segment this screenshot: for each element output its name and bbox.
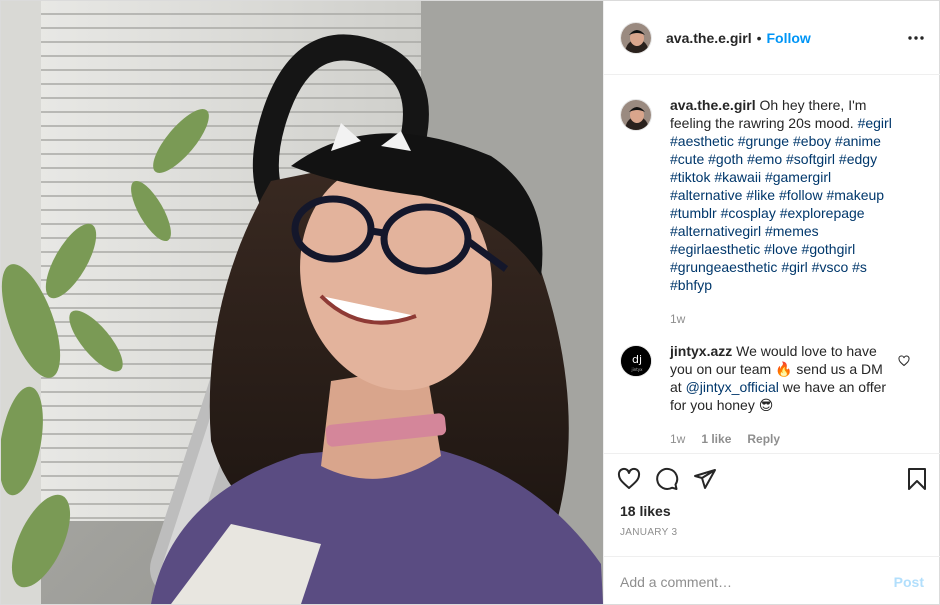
hashtag-link[interactable]: #goth [708, 151, 743, 167]
hashtag-link[interactable]: #cute [670, 151, 704, 167]
hashtag-link[interactable]: #grunge [738, 133, 789, 149]
hashtag-link[interactable]: #s [852, 259, 867, 275]
separator-dot: • [756, 29, 762, 46]
fire-emoji: 🔥 [775, 361, 793, 377]
action-icons [614, 464, 930, 494]
hashtag-link[interactable]: #alternative [670, 187, 742, 203]
hashtag-link[interactable]: #emo [747, 151, 782, 167]
caption-body: ava.the.e.girl Oh hey there, I'm feeling… [670, 96, 892, 328]
comment-time[interactable]: 1w [670, 430, 685, 448]
svg-text:dj: dj [632, 353, 642, 366]
hashtag-link[interactable]: #tiktok [670, 169, 710, 185]
likes-count[interactable]: 18 likes [620, 503, 671, 519]
share-icon[interactable] [690, 464, 720, 494]
comment-item: dj jintyx jintyx.azz We would love to ha… [620, 342, 924, 448]
more-options-icon[interactable] [904, 26, 928, 50]
hashtag-link[interactable]: #anime [835, 133, 881, 149]
hashtag-link[interactable]: #memes [765, 223, 819, 239]
hashtag-link[interactable]: #tumblr [670, 205, 717, 221]
hashtag-link[interactable]: #softgirl [786, 151, 835, 167]
hashtag-link[interactable]: #kawaii [714, 169, 761, 185]
mention-link[interactable]: @jintyx_official [686, 379, 779, 395]
heart-icon[interactable] [614, 464, 644, 494]
post-photo[interactable] [1, 1, 603, 604]
commenter-avatar[interactable]: dj jintyx [620, 345, 652, 377]
hashtag-link[interactable]: #makeup [826, 187, 884, 203]
hashtag-link[interactable]: #love [764, 241, 797, 257]
comment-meta: 1w 1 like Reply [670, 430, 892, 448]
author-username[interactable]: ava.the.e.girl [666, 30, 752, 46]
follow-button[interactable]: Follow [767, 30, 811, 46]
hashtag-link[interactable]: #egirl [858, 115, 892, 131]
post-button[interactable]: Post [894, 574, 924, 590]
hashtag-link[interactable]: #vsco [812, 259, 849, 275]
author-avatar[interactable] [620, 21, 652, 54]
hashtag-link[interactable]: #girl [781, 259, 807, 275]
hashtag-link[interactable]: #egirlaesthetic [670, 241, 760, 257]
hashtag-link[interactable]: #bhfyp [670, 277, 712, 293]
comment-input[interactable] [620, 573, 894, 590]
hashtag-link[interactable]: #gamergirl [765, 169, 831, 185]
caption-meta: 1w [670, 310, 892, 328]
hashtag-link[interactable]: #grungeaesthetic [670, 259, 777, 275]
hashtag-link[interactable]: #explorepage [780, 205, 865, 221]
post-date[interactable]: JANUARY 3 [620, 527, 677, 538]
hashtag-link[interactable]: #alternativegirl [670, 223, 761, 239]
caption-username[interactable]: ava.the.e.girl [670, 97, 756, 113]
post-sidebar: ava.the.e.girl • Follow ava.the.e.girl O… [603, 1, 940, 605]
comment-body: jintyx.azz We would love to have you on … [670, 342, 892, 448]
hashtag-link[interactable]: #eboy [793, 133, 831, 149]
comments-list: ava.the.e.girl Oh hey there, I'm feeling… [604, 76, 940, 452]
post-actions: 18 likes JANUARY 3 Post [604, 453, 940, 605]
comment-icon[interactable] [652, 464, 682, 494]
hashtag-link[interactable]: #cosplay [721, 205, 776, 221]
caption-time[interactable]: 1w [670, 310, 685, 328]
add-comment-bar: Post [604, 556, 940, 605]
comment-likes[interactable]: 1 like [701, 430, 731, 448]
hashtag-link[interactable]: #edgy [839, 151, 877, 167]
svg-text:jintyx: jintyx [630, 367, 643, 372]
caption-avatar[interactable] [620, 99, 652, 131]
hashtag-link[interactable]: #gothgirl [802, 241, 856, 257]
post-header: ava.the.e.girl • Follow [604, 1, 940, 75]
comment-like-heart-icon[interactable] [898, 354, 910, 372]
caption: ava.the.e.girl Oh hey there, I'm feeling… [620, 96, 924, 328]
reply-button[interactable]: Reply [747, 430, 780, 448]
bookmark-icon[interactable] [902, 464, 932, 494]
hashtag-link[interactable]: #follow [779, 187, 823, 203]
sunglasses-emoji: 😎 [758, 397, 774, 413]
commenter-username[interactable]: jintyx.azz [670, 343, 732, 359]
caption-hashtags: #egirl #aesthetic #grunge #eboy #anime #… [670, 115, 892, 293]
hashtag-link[interactable]: #like [746, 187, 775, 203]
hashtag-link[interactable]: #aesthetic [670, 133, 734, 149]
